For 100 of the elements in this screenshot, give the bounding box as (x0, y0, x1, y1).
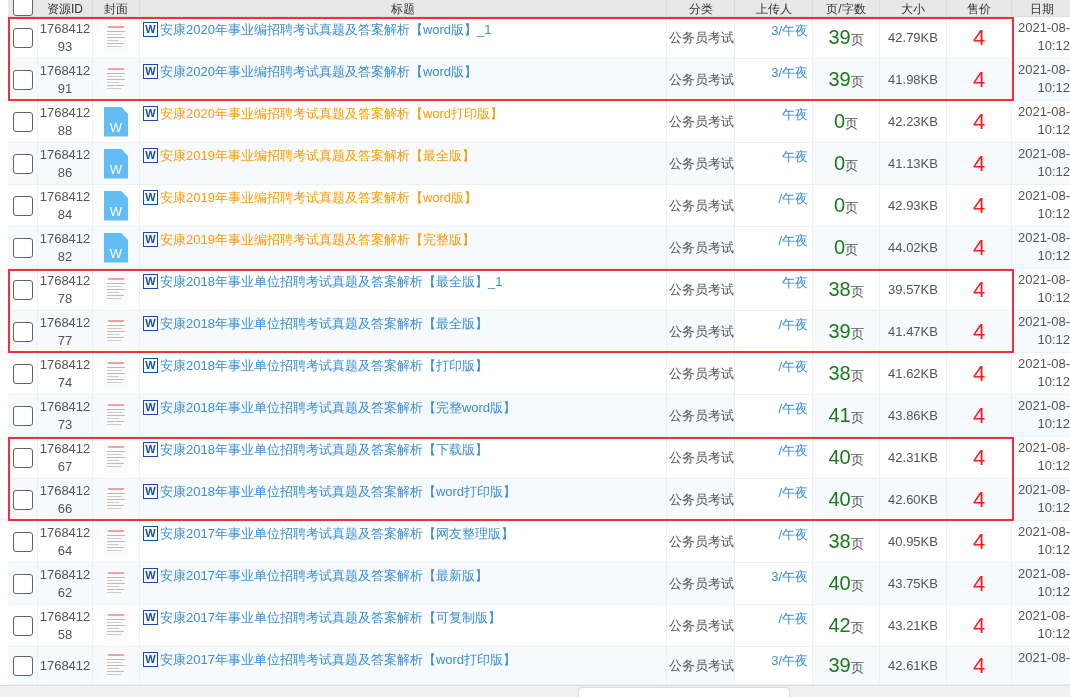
page-count: 38页 (828, 528, 864, 554)
checkbox[interactable] (12, 195, 33, 216)
document-title-link[interactable]: 安康2018年事业单位招聘考试真题及答案解析【下载版】 (160, 441, 488, 459)
page-count: 0页 (833, 150, 859, 176)
uploader-link[interactable]: 午夜 (782, 273, 808, 293)
uploader-link[interactable]: /午夜 (778, 399, 808, 419)
price: 4 (972, 360, 986, 387)
document-title-link[interactable]: 安康2019年事业编招聘考试真题及答案解析【word版】 (160, 189, 478, 207)
document-title-link[interactable]: 安康2017年事业单位招聘考试真题及答案解析【可复制版】 (160, 609, 501, 627)
document-title-link[interactable]: 安康2018年事业单位招聘考试真题及答案解析【打印版】 (160, 357, 488, 375)
document-title-link[interactable]: 安康2017年事业单位招聘考试真题及答案解析【最新版】 (160, 567, 488, 585)
word-doc-icon: W (143, 610, 158, 625)
checkbox[interactable] (12, 153, 33, 174)
checkbox[interactable] (12, 321, 33, 342)
document-title-link[interactable]: 安康2020年事业编招聘考试真题及答案解析【word版】 (160, 63, 478, 81)
document-title-link[interactable]: 安康2020年事业编招聘考试真题及答案解析【word版】_1 (160, 21, 492, 39)
upload-date: 2021-08- (1017, 481, 1070, 499)
checkbox[interactable] (12, 237, 33, 258)
page-count: 42页 (828, 612, 864, 638)
document-title-link[interactable]: 安康2018年事业单位招聘考试真题及答案解析【最全版】 (160, 315, 488, 333)
upload-date: 2021-08- (1017, 313, 1070, 331)
checkbox[interactable] (12, 489, 33, 510)
word-doc-icon: W (143, 148, 158, 163)
uploader-link[interactable]: /午夜 (778, 525, 808, 545)
category-text: 公务员考试 (669, 656, 734, 675)
file-size: 41.47KB (888, 322, 938, 341)
uploader-link[interactable]: /午夜 (778, 189, 808, 209)
category-text: 公务员考试 (669, 616, 734, 635)
resource-id: 176841266 (39, 481, 91, 518)
uploader-link[interactable]: 午夜 (782, 147, 808, 167)
file-size: 40.95KB (888, 532, 938, 551)
checkbox[interactable] (12, 447, 33, 468)
upload-time: 10:12 (1037, 415, 1070, 433)
upload-time: 10:12 (1037, 121, 1070, 139)
page-count: 0页 (833, 234, 859, 260)
price: 4 (972, 234, 986, 261)
column-header: 分类 (688, 2, 713, 16)
uploader-link[interactable]: /午夜 (778, 441, 808, 461)
category-text: 公务员考试 (669, 154, 734, 173)
uploader-link[interactable]: /午夜 (778, 231, 808, 251)
uploader-link[interactable]: /午夜 (778, 315, 808, 335)
document-title-link[interactable]: 安康2019年事业编招聘考试真题及答案解析【最全版】 (160, 147, 475, 165)
upload-time: 10:12 (1037, 499, 1070, 517)
uploader-link[interactable]: 午夜 (782, 105, 808, 125)
uploader-link[interactable]: /午夜 (778, 357, 808, 377)
word-doc-icon: W (143, 190, 158, 205)
file-size: 43.75KB (888, 574, 938, 593)
word-doc-icon: W (143, 358, 158, 373)
upload-time: 10:12 (1037, 625, 1070, 643)
column-header: 页/字数 (826, 2, 866, 16)
checkbox[interactable] (12, 405, 33, 426)
uploader-link[interactable]: 3/午夜 (771, 21, 808, 41)
uploader-link[interactable]: /午夜 (778, 609, 808, 629)
upload-date: 2021-08- (1017, 271, 1070, 289)
document-title-link[interactable]: 安康2017年事业单位招聘考试真题及答案解析【word打印版】 (160, 651, 517, 669)
resource-id: 176841293 (39, 19, 91, 56)
category-text: 公务员考试 (669, 532, 734, 551)
document-title-link[interactable]: 安康2019年事业编招聘考试真题及答案解析【完整版】 (160, 231, 475, 249)
category-text: 公务员考试 (669, 112, 734, 131)
resource-id: 1768412 (39, 656, 91, 675)
upload-time: 10:12 (1037, 289, 1070, 307)
resource-id: 176841286 (39, 145, 91, 182)
page-count: 39页 (828, 318, 864, 344)
column-header: 标题 (391, 2, 415, 16)
checkbox[interactable] (12, 27, 33, 48)
checkbox[interactable] (12, 531, 33, 552)
category-text: 公务员考试 (669, 28, 734, 47)
document-title-link[interactable]: 安康2018年事业单位招聘考试真题及答案解析【完整word版】 (160, 399, 517, 417)
word-doc-icon: W (143, 64, 158, 79)
checkbox[interactable] (12, 69, 33, 90)
checkbox[interactable] (13, 0, 33, 16)
column-header: 售价 (967, 2, 991, 16)
upload-date: 2021-08- (1017, 607, 1070, 625)
checkbox[interactable] (12, 111, 33, 132)
page-count: 40页 (828, 444, 864, 470)
upload-time: 10:12 (1037, 583, 1070, 601)
document-title-link[interactable]: 安康2018年事业单位招聘考试真题及答案解析【word打印版】 (160, 483, 517, 501)
checkbox[interactable] (12, 363, 33, 384)
upload-time: 10:12 (1037, 541, 1070, 559)
checkbox[interactable] (12, 615, 33, 636)
checkbox[interactable] (12, 279, 33, 300)
document-title-link[interactable]: 安康2018年事业单位招聘考试真题及答案解析【最全版】_1 (160, 273, 503, 291)
checkbox[interactable] (12, 573, 33, 594)
category-text: 公务员考试 (669, 280, 734, 299)
uploader-link[interactable]: /午夜 (778, 483, 808, 503)
word-doc-icon: W (143, 400, 158, 415)
document-title-link[interactable]: 安康2020年事业编招聘考试真题及答案解析【word打印版】 (160, 105, 504, 123)
word-doc-icon: W (143, 22, 158, 37)
word-doc-icon: W (143, 652, 158, 667)
upload-time: 10:12 (1037, 205, 1070, 223)
price: 4 (972, 192, 986, 219)
price: 4 (972, 486, 986, 513)
word-file-icon: W (104, 106, 128, 137)
file-size: 43.21KB (888, 616, 938, 635)
upload-date: 2021-08- (1017, 397, 1070, 415)
resource-id: 176841274 (39, 355, 91, 392)
file-size: 39.57KB (888, 280, 938, 299)
checkbox[interactable] (12, 655, 33, 676)
document-title-link[interactable]: 安康2017年事业单位招聘考试真题及答案解析【网友整理版】 (160, 525, 514, 543)
page-count: 39页 (828, 66, 864, 92)
